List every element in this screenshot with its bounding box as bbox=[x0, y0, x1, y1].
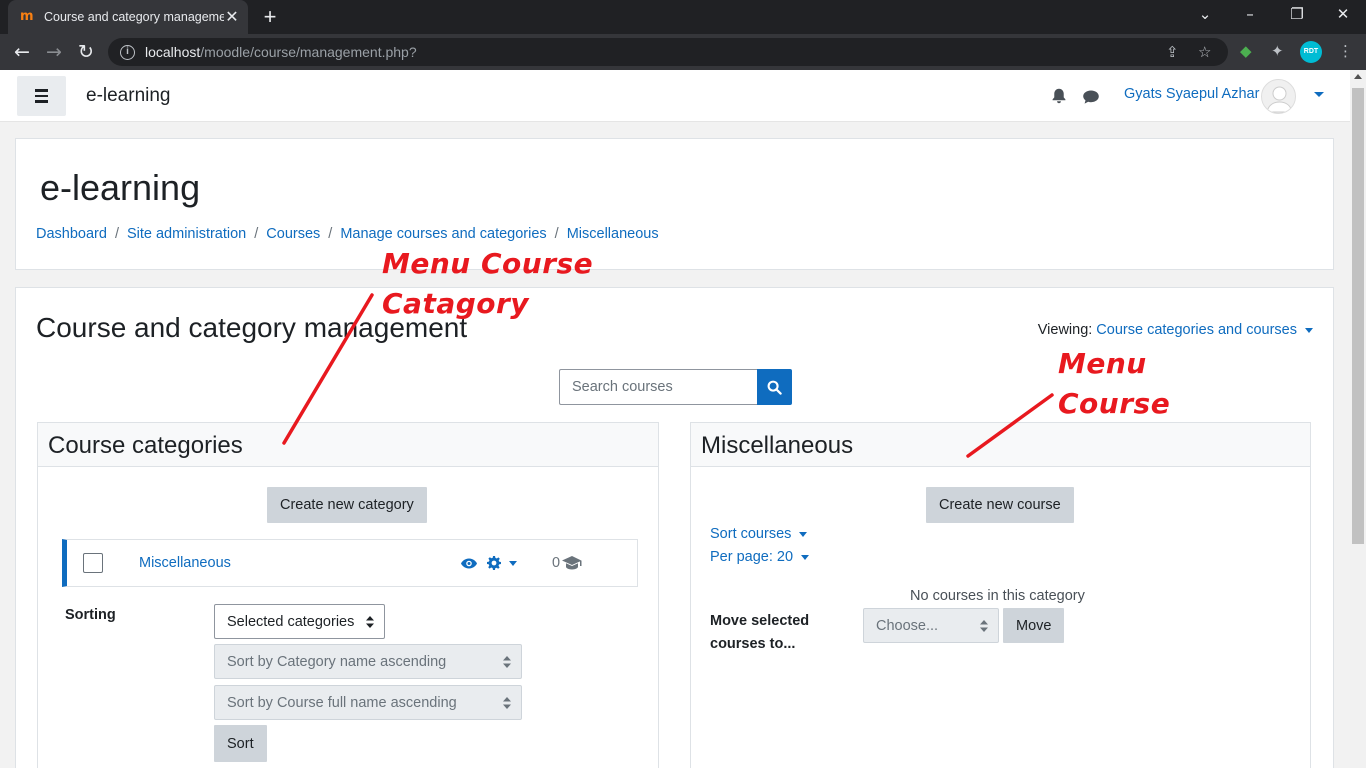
chevron-down-icon[interactable] bbox=[799, 531, 808, 537]
breadcrumb-separator: / bbox=[114, 226, 119, 242]
site-info-icon[interactable]: i bbox=[120, 44, 135, 60]
annotation-text: Menu bbox=[1058, 347, 1147, 380]
share-icon[interactable]: ⇪ bbox=[1166, 43, 1179, 61]
extension-icon[interactable]: ◆ bbox=[1240, 42, 1252, 60]
per-page-menu[interactable]: Per page: 20 bbox=[710, 549, 810, 565]
restore-icon[interactable]: ❐ bbox=[1285, 5, 1309, 23]
category-course-count: 0 bbox=[552, 555, 561, 571]
viewing-selector[interactable]: Viewing: Course categories and courses bbox=[1038, 322, 1313, 338]
scroll-up-icon[interactable] bbox=[1354, 74, 1362, 79]
search-input[interactable] bbox=[559, 369, 757, 405]
url-path: /moodle/course/management.php? bbox=[200, 44, 417, 60]
hamburger-icon bbox=[35, 89, 48, 92]
select-arrows-icon bbox=[503, 656, 511, 668]
breadcrumb-separator: / bbox=[554, 226, 559, 242]
chevron-down-icon[interactable] bbox=[1305, 327, 1313, 333]
per-page-label[interactable]: Per page: 20 bbox=[710, 549, 793, 565]
breadcrumb: Dashboard / Site administration / Course… bbox=[36, 226, 659, 242]
course-categories-panel: Course categories Create new category Mi… bbox=[37, 422, 659, 768]
tab-title: Course and category management bbox=[44, 10, 224, 24]
minimize-icon[interactable]: – bbox=[1238, 5, 1262, 23]
user-avatar[interactable] bbox=[1261, 79, 1296, 114]
annotation-text: Menu Course bbox=[382, 247, 594, 280]
back-icon[interactable]: ← bbox=[10, 40, 34, 64]
move-courses-label: Move selected courses to... bbox=[710, 613, 810, 652]
browser-tab[interactable]: m Course and category management ✕ bbox=[8, 0, 248, 34]
reload-icon[interactable]: ↻ bbox=[74, 40, 98, 64]
chevron-down-icon[interactable] bbox=[801, 554, 810, 560]
move-target-select[interactable]: Choose... bbox=[863, 608, 999, 643]
annotation-menu-course-category: Menu Course Catagory bbox=[382, 244, 593, 324]
graduation-cap-icon bbox=[562, 556, 582, 570]
eye-icon[interactable] bbox=[460, 557, 478, 570]
chat-icon[interactable] bbox=[1082, 89, 1100, 105]
search-icon bbox=[767, 380, 782, 395]
sort-course-select[interactable]: Sort by Course full name ascending bbox=[214, 685, 522, 720]
user-menu-caret-icon[interactable] bbox=[1314, 92, 1324, 97]
new-tab-button[interactable]: + bbox=[258, 4, 282, 30]
browser-tab-bar: m Course and category management ✕ + ⌄ –… bbox=[0, 0, 1366, 34]
window-close-icon[interactable]: ✕ bbox=[1331, 5, 1355, 23]
courses-heading: Miscellaneous bbox=[691, 423, 1310, 467]
gear-icon[interactable] bbox=[486, 555, 502, 571]
category-checkbox[interactable] bbox=[83, 553, 103, 573]
viewing-label: Viewing: bbox=[1037, 322, 1093, 338]
course-search bbox=[559, 369, 792, 405]
sorting-label: Sorting bbox=[65, 607, 116, 623]
page-header: e-learning Dashboard / Site administrati… bbox=[15, 138, 1334, 270]
courses-panel: Miscellaneous Create new course Sort cou… bbox=[690, 422, 1311, 768]
breadcrumb-miscellaneous[interactable]: Miscellaneous bbox=[567, 226, 659, 242]
create-new-course-button[interactable]: Create new course bbox=[926, 487, 1074, 523]
annotation-text: Catagory bbox=[382, 287, 530, 320]
course-categories-heading: Course categories bbox=[38, 423, 658, 467]
category-actions-caret-icon[interactable] bbox=[509, 561, 517, 566]
breadcrumb-dashboard[interactable]: Dashboard bbox=[36, 226, 107, 242]
sort-category-select[interactable]: Sort by Category name ascending bbox=[214, 644, 522, 679]
drawer-toggle-button[interactable] bbox=[17, 76, 66, 116]
select-arrows-icon bbox=[503, 697, 511, 709]
sort-category-value: Sort by Category name ascending bbox=[227, 653, 447, 670]
viewing-value[interactable]: Course categories and courses bbox=[1096, 322, 1297, 338]
page-title: e-learning bbox=[40, 167, 201, 208]
sort-course-value: Sort by Course full name ascending bbox=[227, 694, 457, 711]
breadcrumb-manage-courses[interactable]: Manage courses and categories bbox=[340, 226, 546, 242]
select-arrows-icon bbox=[366, 616, 374, 628]
user-name[interactable]: Gyats Syaepul Azhar bbox=[1124, 86, 1259, 102]
sort-courses-label[interactable]: Sort courses bbox=[710, 526, 791, 542]
sort-courses-menu[interactable]: Sort courses bbox=[710, 526, 808, 542]
browser-address-bar: ← → ↻ i localhost /moodle/course/managem… bbox=[0, 34, 1366, 70]
sort-target-value: Selected categories bbox=[227, 613, 355, 630]
site-navbar: e-learning Gyats Syaepul Azhar bbox=[0, 70, 1350, 122]
tab-close-icon[interactable]: ✕ bbox=[224, 7, 240, 27]
browser-menu-icon[interactable]: ⋮ bbox=[1338, 42, 1353, 60]
sort-button[interactable]: Sort bbox=[214, 725, 267, 762]
move-button[interactable]: Move bbox=[1003, 608, 1065, 643]
category-name-link[interactable]: Miscellaneous bbox=[139, 555, 231, 571]
empty-courses-message: No courses in this category bbox=[910, 588, 1085, 604]
url-host: localhost bbox=[145, 44, 201, 60]
bell-icon[interactable] bbox=[1050, 87, 1068, 105]
annotation-text: Course bbox=[1058, 387, 1171, 420]
sort-target-select[interactable]: Selected categories bbox=[214, 604, 385, 639]
breadcrumb-site-administration[interactable]: Site administration bbox=[127, 226, 246, 242]
user-silhouette-icon bbox=[1266, 86, 1293, 113]
annotation-menu-course: Menu Course bbox=[1058, 344, 1170, 424]
bookmark-star-icon[interactable]: ☆ bbox=[1198, 43, 1211, 61]
forward-icon[interactable]: → bbox=[42, 40, 66, 64]
scrollbar-thumb[interactable] bbox=[1352, 88, 1364, 544]
breadcrumb-separator: / bbox=[254, 226, 259, 242]
category-row: Miscellaneous 0 bbox=[62, 539, 638, 587]
search-button[interactable] bbox=[757, 369, 792, 405]
tab-search-icon[interactable]: ⌄ bbox=[1193, 5, 1217, 23]
moodle-favicon-icon: m bbox=[20, 9, 34, 24]
select-arrows-icon bbox=[980, 620, 988, 632]
url-bar[interactable]: i localhost /moodle/course/management.ph… bbox=[108, 38, 1228, 66]
create-new-category-button[interactable]: Create new category bbox=[267, 487, 427, 523]
breadcrumb-separator: / bbox=[328, 226, 333, 242]
site-brand[interactable]: e-learning bbox=[86, 85, 171, 107]
move-target-value: Choose... bbox=[876, 617, 939, 634]
breadcrumb-courses[interactable]: Courses bbox=[266, 226, 320, 242]
profile-avatar[interactable]: RDT bbox=[1300, 41, 1322, 63]
puzzle-icon[interactable]: ✦ bbox=[1271, 42, 1284, 60]
